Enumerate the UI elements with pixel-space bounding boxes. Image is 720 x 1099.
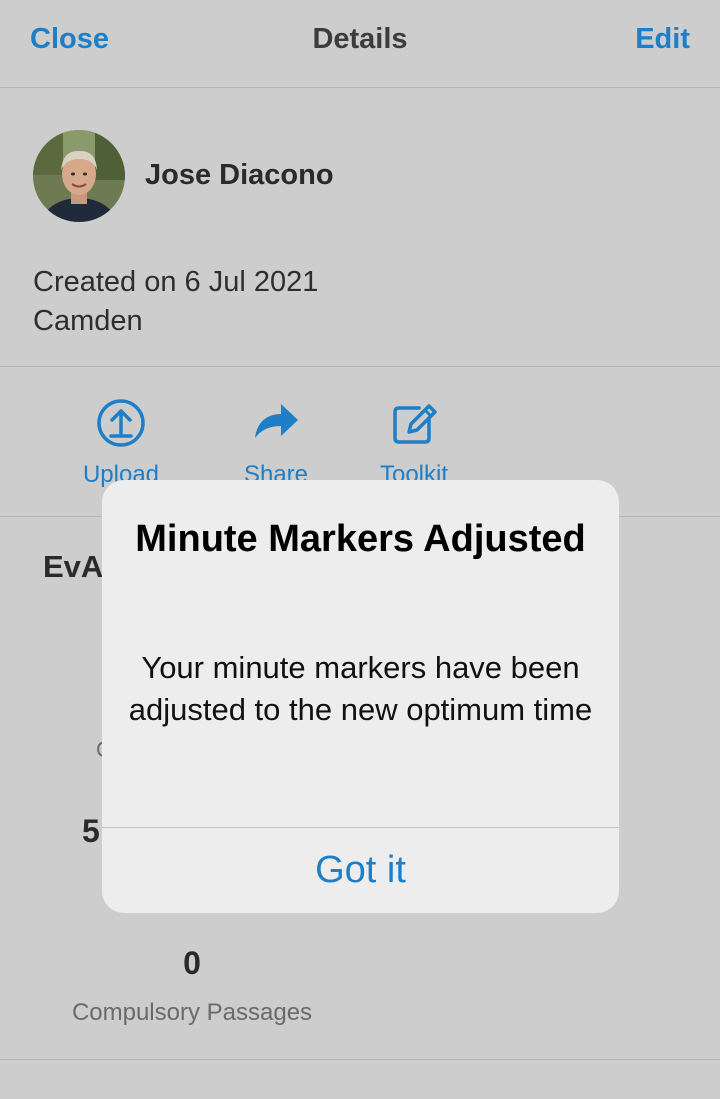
compulsory-passages-value: 0 — [183, 945, 201, 981]
location-name: Camden — [33, 305, 143, 337]
got-it-button[interactable]: Got it — [102, 828, 619, 913]
share-arrow-icon — [255, 404, 298, 438]
alert-title: Minute Markers Adjusted — [135, 518, 586, 560]
profile-section: Jose Diacono Created on 6 Jul 2021 Camde… — [0, 89, 720, 367]
compulsory-passages-label: Compulsory Passages — [71, 999, 313, 1026]
share-button[interactable]: Share — [211, 398, 341, 490]
upload-circle-icon — [97, 399, 145, 447]
toolkit-button[interactable]: Toolkit — [349, 398, 479, 490]
avatar-photo — [33, 130, 125, 222]
edit-button[interactable]: Edit — [635, 20, 690, 58]
owner-name: Jose Diacono — [145, 159, 334, 191]
details-screen: Close Details Edit Jose Diacono Created … — [0, 0, 720, 1099]
section-heading: EvA — [43, 549, 104, 584]
upload-button[interactable]: Upload — [56, 398, 186, 490]
created-date: Created on 6 Jul 2021 — [33, 266, 319, 298]
alert-dialog: Minute Markers Adjusted Your minute mark… — [102, 480, 619, 913]
page-title: Details — [312, 23, 408, 55]
divider — [0, 1059, 720, 1060]
edit-square-icon — [393, 404, 437, 444]
nav-bar: Close Details Edit — [0, 0, 720, 88]
alert-message: Your minute markers have been adjusted t… — [128, 650, 593, 727]
avatar — [33, 130, 125, 222]
stat-left-value: 5 — [82, 813, 100, 849]
